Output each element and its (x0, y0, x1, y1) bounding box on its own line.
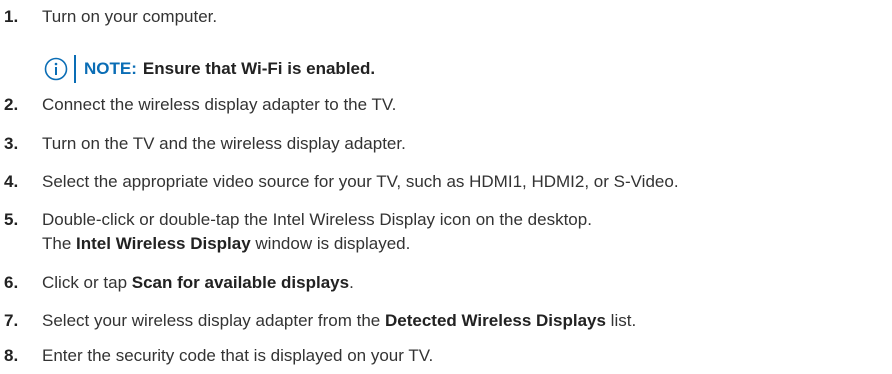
step-number: 7. (4, 311, 19, 330)
step-number: 5. (4, 210, 19, 229)
step-text-pre: Select your wireless display adapter fro… (42, 311, 385, 330)
step-text-post: window is displayed. (250, 234, 411, 253)
step-number: 3. (4, 134, 19, 153)
step-1: 1. Turn on your computer. (4, 4, 217, 30)
step-text: Enter the security code that is displaye… (42, 346, 434, 365)
step-text: Turn on your computer. (42, 7, 218, 26)
button-name: Scan for available displays (131, 273, 350, 292)
step-text: Connect the wireless display adapter to … (42, 95, 397, 114)
note-label: NOTE: (84, 59, 137, 78)
step-text: Double-click or double-tap the Intel Wir… (42, 210, 592, 229)
step-text-pre: The (42, 234, 77, 253)
step-8: 8. Enter the security code that is displ… (4, 343, 433, 369)
step-text-post: . (349, 273, 354, 292)
step-7: 7. Select your wireless display adapter … (4, 308, 636, 334)
note-text: Ensure that Wi-Fi is enabled. (142, 59, 376, 78)
step-5-continuation: The Intel Wireless Display window is dis… (42, 231, 410, 257)
step-number: 8. (4, 346, 19, 365)
step-number: 6. (4, 273, 19, 292)
instruction-document: 1. Turn on your computer. NOTE: Ensure t… (0, 0, 892, 374)
step-number: 2. (4, 95, 19, 114)
step-text: Select the appropriate video source for … (42, 172, 679, 191)
window-name: Intel Wireless Display (76, 234, 251, 253)
info-icon (44, 57, 68, 81)
step-text: Select your wireless display adapter fro… (42, 311, 636, 331)
step-4: 4. Select the appropriate video source f… (4, 169, 679, 195)
step-2: 2. Connect the wireless display adapter … (4, 92, 396, 118)
note-divider (74, 55, 76, 83)
step-6: 6. Click or tap Scan for available displ… (4, 270, 354, 296)
step-text-pre: Click or tap (42, 273, 132, 292)
step-text-post: list. (605, 311, 637, 330)
step-number: 4. (4, 172, 19, 191)
note-callout: NOTE: Ensure that Wi-Fi is enabled. (44, 54, 375, 84)
list-name: Detected Wireless Displays (385, 311, 606, 330)
step-text: Turn on the TV and the wireless display … (42, 134, 406, 153)
step-5: 5. Double-click or double-tap the Intel … (4, 207, 592, 233)
step-3: 3. Turn on the TV and the wireless displ… (4, 131, 406, 157)
step-text: Click or tap Scan for available displays… (42, 273, 354, 293)
step-number: 1. (4, 7, 19, 26)
